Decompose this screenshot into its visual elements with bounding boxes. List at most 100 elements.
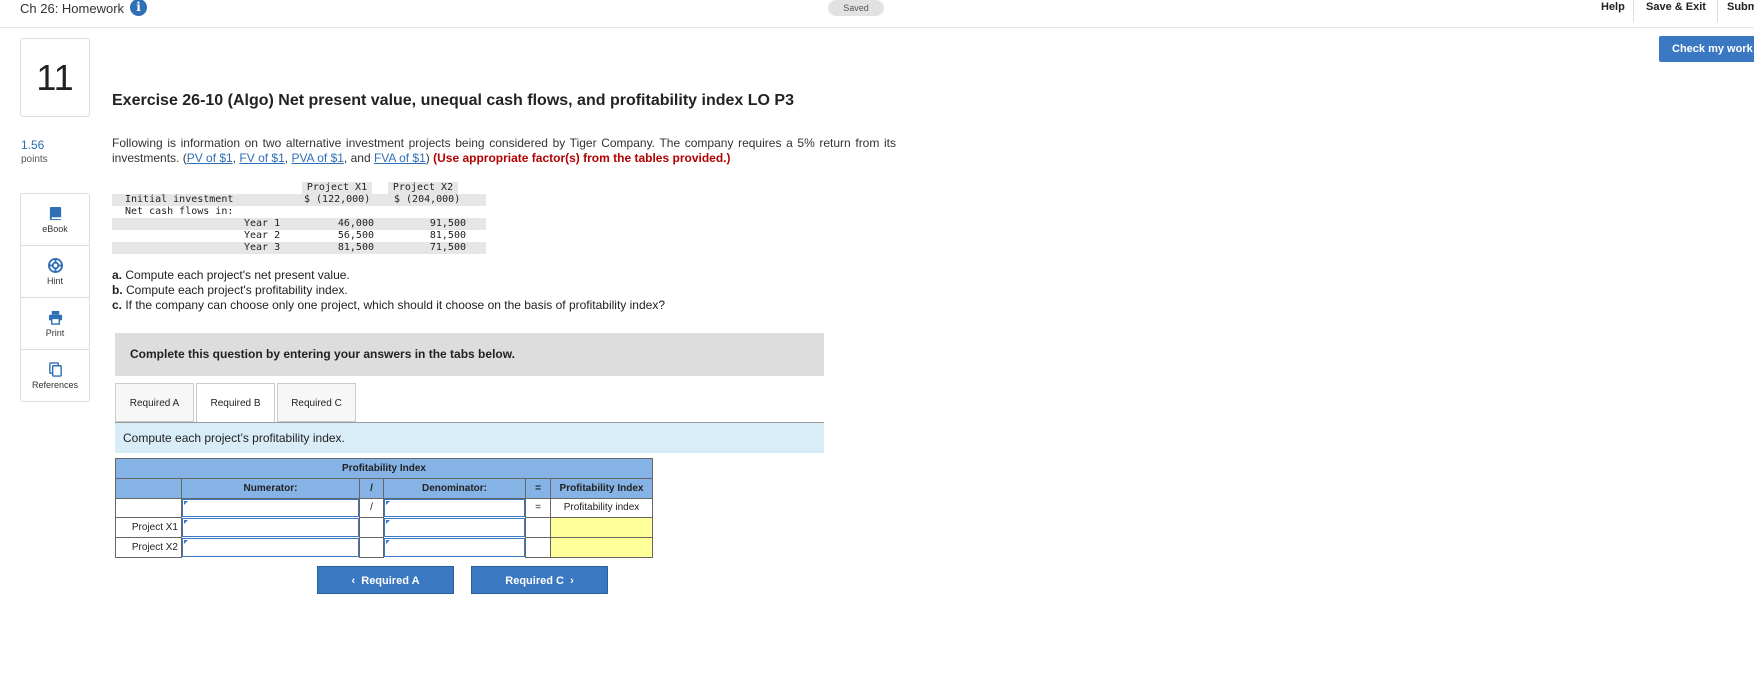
- slash-cell: [359, 537, 384, 558]
- save-exit-link[interactable]: Save & Exit: [1646, 0, 1706, 14]
- denominator-input-x2[interactable]: [384, 538, 525, 557]
- year-x1: 81,500: [337, 242, 374, 253]
- side-tools: eBook Hint Print References: [20, 193, 90, 402]
- header-blank: [115, 478, 182, 499]
- result-cell-x1: [550, 517, 653, 538]
- col-header-slash: /: [359, 478, 384, 499]
- numerator-input-x1[interactable]: [182, 518, 359, 537]
- saved-badge: Saved: [828, 0, 884, 16]
- col-header-denominator: Denominator:: [383, 478, 526, 499]
- hint-label: Hint: [46, 275, 63, 286]
- initial-x1: $ (122,000): [304, 194, 371, 205]
- fva-link[interactable]: FVA of $1: [374, 151, 426, 165]
- item-text: Compute each project's profitability ind…: [122, 283, 348, 297]
- net-cash-label: Net cash flows in:: [125, 206, 234, 217]
- chevron-right-icon: ›: [563, 575, 574, 587]
- book-icon: [49, 206, 61, 220]
- year-x2: 71,500: [429, 242, 466, 253]
- item-letter: c.: [112, 298, 123, 312]
- result-label: Profitability index: [550, 498, 653, 518]
- submit-link[interactable]: Subm: [1727, 0, 1754, 14]
- help-link[interactable]: Help: [1601, 0, 1625, 14]
- next-button-label: Required C: [505, 575, 564, 587]
- print-label: Print: [45, 327, 65, 338]
- col-header-x1: Project X1: [302, 182, 372, 194]
- numerator-input-x2[interactable]: [182, 538, 359, 557]
- pva-link[interactable]: PVA of $1: [291, 151, 343, 165]
- year-x1: 56,500: [337, 230, 374, 241]
- year-label: Year 2: [244, 230, 281, 241]
- chevron-left-icon: ‹: [351, 575, 362, 587]
- lifebuoy-icon: [47, 257, 63, 273]
- complete-question-banner: Complete this question by entering your …: [115, 333, 824, 376]
- divider: [1633, 0, 1634, 22]
- hint-button[interactable]: Hint: [21, 246, 89, 298]
- equals-cell: [525, 537, 551, 558]
- factor-note: (Use appropriate factor(s) from the tabl…: [433, 151, 731, 165]
- prev-button-label: Required A: [361, 575, 420, 587]
- question-number: 11: [20, 38, 90, 117]
- exercise-title: Exercise 26-10 (Algo) Net present value,…: [112, 92, 794, 109]
- next-required-c-button[interactable]: Required C ›: [471, 566, 608, 594]
- table-title: Profitability Index: [115, 458, 653, 479]
- chapter-title-text: Ch 26: Homework: [20, 0, 125, 16]
- year-x2: 81,500: [429, 230, 466, 241]
- references-label: References: [31, 379, 79, 390]
- references-button[interactable]: References: [21, 350, 89, 401]
- check-my-work-button[interactable]: Check my work: [1659, 36, 1754, 62]
- row-label-project-x1: Project X1: [115, 517, 182, 538]
- close-paren: ): [425, 151, 434, 165]
- pv-link[interactable]: PV of $1: [187, 151, 233, 165]
- year-label: Year 1: [244, 218, 281, 229]
- col-header-result: Profitability Index: [550, 478, 653, 499]
- result-cell-x2: [550, 537, 653, 558]
- table-row: Year 1 46,000 91,500: [112, 218, 486, 230]
- chapter-title: Ch 26: Homework i: [20, 0, 148, 16]
- col-header-x2: Project X2: [388, 182, 458, 194]
- numerator-label-input[interactable]: [182, 499, 359, 517]
- item-letter: b.: [112, 283, 123, 297]
- year-label: Year 3: [244, 242, 281, 253]
- item-letter: a.: [112, 268, 123, 282]
- question-list: a. Compute each project's net present va…: [112, 268, 665, 313]
- top-bar: Ch 26: Homework i Saved Help Save & Exit…: [0, 0, 1754, 28]
- intro-paragraph: Following is information on two alternat…: [112, 136, 896, 166]
- item-text: If the company can choose only one proje…: [122, 298, 666, 312]
- tab-required-a[interactable]: Required A: [115, 383, 194, 422]
- instruction-bar: Compute each project’s profitability ind…: [115, 423, 824, 453]
- print-button[interactable]: Print: [21, 298, 89, 350]
- slash-cell: [359, 517, 384, 538]
- tab-required-b[interactable]: Required B: [196, 383, 275, 423]
- list-item: a. Compute each project's net present va…: [112, 268, 665, 283]
- item-text: Compute each project's net present value…: [122, 268, 350, 282]
- denominator-label-input[interactable]: [384, 499, 525, 517]
- separator: , and: [343, 151, 374, 165]
- initial-x2: $ (204,000): [394, 194, 461, 205]
- info-icon[interactable]: i: [130, 0, 148, 16]
- ebook-button[interactable]: eBook: [21, 194, 89, 246]
- divider: [1717, 0, 1718, 22]
- year-x2: 91,500: [429, 218, 466, 229]
- equals-cell: =: [525, 498, 551, 518]
- denominator-input-x1[interactable]: [384, 518, 525, 537]
- tab-required-c[interactable]: Required C: [277, 383, 356, 422]
- col-header-numerator: Numerator:: [181, 478, 360, 499]
- row-label-blank: [115, 498, 182, 518]
- fv-link[interactable]: FV of $1: [239, 151, 284, 165]
- initial-investment-label: Initial investment: [125, 194, 234, 205]
- col-header-equals: =: [525, 478, 551, 499]
- equals-cell: [525, 517, 551, 538]
- ebook-label: eBook: [42, 223, 68, 234]
- list-item: c. If the company can choose only one pr…: [112, 298, 665, 313]
- year-x1: 46,000: [337, 218, 374, 229]
- table-row: Year 3 81,500 71,500: [112, 242, 486, 254]
- table-row: Year 2 56,500 81,500: [112, 230, 486, 242]
- slash-cell: /: [359, 498, 384, 518]
- points-label: points: [21, 154, 48, 165]
- prev-required-a-button[interactable]: ‹ Required A: [317, 566, 454, 594]
- table-row: Initial investment $ (122,000) $ (204,00…: [112, 194, 486, 206]
- copy-icon: [48, 361, 62, 377]
- points-value: 1.56: [21, 138, 45, 152]
- printer-icon: [48, 310, 62, 325]
- table-row: Net cash flows in:: [112, 206, 486, 218]
